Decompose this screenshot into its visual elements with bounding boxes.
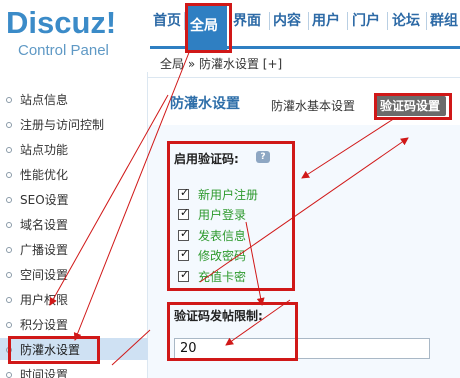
logo-sub-text: Control Panel [18,42,109,59]
sidebar-item-label: 广播设置 [20,243,69,257]
logo: Discuz! Control Panel [6,4,146,64]
bullet-icon [6,372,12,378]
sidebar-item-register-access[interactable]: 注册与访问控制 [0,113,148,138]
breadcrumb: 全局 » 防灌水设置 [+] [148,50,460,78]
sidebar-item-space[interactable]: 空间设置 [0,263,148,288]
sidebar-item-label: 时间设置 [20,368,69,378]
nav-separator [387,12,388,30]
bullet-icon [6,122,12,128]
sidebar: 站点信息 注册与访问控制 站点功能 性能优化 SEO设置 域名设置 广播设置 空… [0,72,148,378]
sidebar-item-label: 用户权限 [20,293,69,307]
check-icon: ✓ [180,206,190,219]
sidebar-item-label: SEO设置 [20,193,69,207]
nav-item-groups[interactable]: 群组 [430,10,458,32]
captcha-post-limit-input[interactable]: 20 [174,338,430,359]
tab-anti-spam-basic[interactable]: 防灌水基本设置 [271,98,355,114]
bullet-icon [6,247,12,253]
check-icon: ✓ [180,247,190,260]
nav-separator [269,12,270,30]
checkbox-label: 充值卡密 [198,270,247,284]
sidebar-item-label: 防灌水设置 [20,343,81,357]
checkbox-label: 发表信息 [198,229,247,243]
sidebar-item-performance[interactable]: 性能优化 [0,163,148,188]
bullet-icon [6,197,12,203]
sidebar-item-label: 注册与访问控制 [20,118,105,132]
sidebar-item-user-permissions[interactable]: 用户权限 [0,288,148,313]
nav-separator [347,12,348,30]
bullet-icon [6,322,12,328]
sidebar-item-anti-spam[interactable]: 防灌水设置 [0,338,148,363]
bullet-icon [6,172,12,178]
checkbox[interactable]: ✓ [178,186,190,200]
checkbox-label: 新用户注册 [198,188,259,202]
sidebar-item-site-info[interactable]: 站点信息 [0,88,148,113]
control-panel-screenshot: Discuz! Control Panel 首页 全局 界面 内容 用户 门户 … [0,0,460,378]
sidebar-item-label: 站点功能 [20,143,69,157]
nav-separator [426,12,427,30]
sidebar-item-credits[interactable]: 积分设置 [0,313,148,338]
bullet-icon [6,97,12,103]
sidebar-item-label: 空间设置 [20,268,69,282]
sidebar-item-site-features[interactable]: 站点功能 [0,138,148,163]
checkbox-label: 修改密码 [198,249,247,263]
nav-separator [184,12,185,30]
sidebar-item-seo[interactable]: SEO设置 [0,188,148,213]
captcha-post-limit-label: 验证码发帖限制: [174,309,263,323]
page-title: 防灌水设置 [170,96,240,112]
checkbox[interactable]: ✓ [178,268,190,282]
bullet-icon [6,347,12,353]
checkbox[interactable]: ✓ [178,206,190,220]
page-header: 防灌水设置 防灌水基本设置 验证码设置 [148,79,460,125]
bullet-icon [6,297,12,303]
nav-item-global[interactable]: 全局 [190,15,218,37]
check-icon: ✓ [180,227,190,240]
checkbox[interactable]: ✓ [178,247,190,261]
sidebar-item-label: 性能优化 [20,168,69,182]
nav-item-forum[interactable]: 论坛 [392,10,420,32]
check-icon: ✓ [180,186,190,199]
sidebar-item-label: 域名设置 [20,218,69,232]
nav-item-portal[interactable]: 门户 [352,10,380,32]
nav-item-users[interactable]: 用户 [312,10,340,32]
bullet-icon [6,272,12,278]
breadcrumb-text[interactable]: 全局 » 防灌水设置 [+] [160,56,282,72]
nav-item-interface[interactable]: 界面 [233,10,261,32]
checkbox[interactable]: ✓ [178,227,190,241]
bullet-icon [6,147,12,153]
nav-item-home[interactable]: 首页 [153,10,181,32]
check-icon: ✓ [180,268,190,281]
tab-captcha-settings[interactable]: 验证码设置 [374,96,446,116]
sidebar-item-domain[interactable]: 域名设置 [0,213,148,238]
nav-separator [308,12,309,30]
bullet-icon [6,222,12,228]
help-icon[interactable]: ? [256,151,270,163]
sidebar-item-broadcast[interactable]: 广播设置 [0,238,148,263]
sidebar-item-time[interactable]: 时间设置 [0,363,148,378]
main-content: 防灌水设置 防灌水基本设置 验证码设置 启用验证码: ? ✓ 新用户注册 ✓ 用… [148,79,460,378]
sidebar-item-label: 站点信息 [20,93,69,107]
checkbox-label: 用户登录 [198,208,247,222]
logo-main-text: Discuz! [6,5,117,40]
nav-item-content[interactable]: 内容 [273,10,301,32]
captcha-enable-label: 启用验证码: [174,152,239,166]
sidebar-item-label: 积分设置 [20,318,69,332]
